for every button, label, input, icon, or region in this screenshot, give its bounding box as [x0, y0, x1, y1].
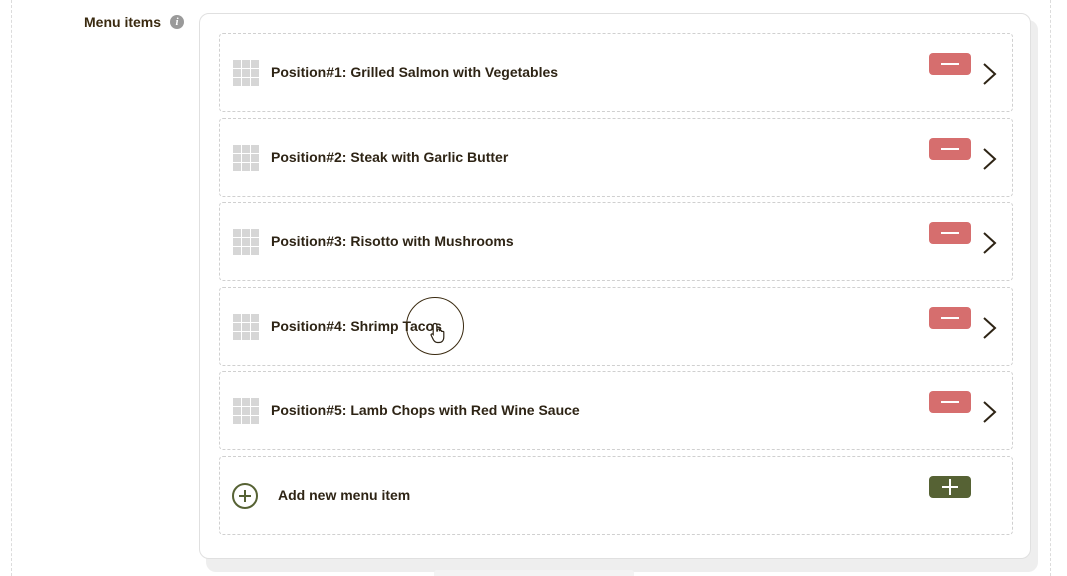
drag-handle-icon[interactable]: [233, 229, 259, 255]
menu-item-row[interactable]: Position#2: Steak with Garlic Butter: [219, 118, 1013, 197]
menu-item-label: Position#2: Steak with Garlic Butter: [271, 149, 509, 165]
menu-item-label: Position#5: Lamb Chops with Red Wine Sau…: [271, 402, 580, 418]
menu-item-row[interactable]: Position#1: Grilled Salmon with Vegetabl…: [219, 33, 1013, 112]
page: Menu items i Position#1: Grilled Salmon …: [0, 0, 1067, 576]
remove-item-button[interactable]: [929, 391, 971, 413]
add-menu-item-label: Add new menu item: [278, 487, 411, 503]
menu-item-row[interactable]: Position#4: Shrimp Tacos: [219, 287, 1013, 366]
drag-handle-icon[interactable]: [233, 145, 259, 171]
plus-circle-icon[interactable]: [231, 482, 259, 510]
layout-guide-right: [1050, 0, 1051, 576]
chevron-right-icon[interactable]: [980, 231, 998, 255]
remove-item-button[interactable]: [929, 222, 971, 244]
add-item-button[interactable]: [929, 476, 971, 498]
menu-item-label: Position#1: Grilled Salmon with Vegetabl…: [271, 64, 559, 80]
chevron-right-icon[interactable]: [980, 147, 998, 171]
menu-item-row[interactable]: Position#5: Lamb Chops with Red Wine Sau…: [219, 371, 1013, 450]
menu-item-row[interactable]: Position#3: Risotto with Mushrooms: [219, 202, 1013, 281]
drag-handle-icon[interactable]: [233, 60, 259, 86]
info-icon[interactable]: i: [170, 15, 185, 29]
remove-item-button[interactable]: [929, 53, 971, 75]
layout-guide-left: [11, 0, 12, 576]
add-menu-item-row[interactable]: Add new menu item: [219, 456, 1013, 535]
chevron-right-icon[interactable]: [980, 316, 998, 340]
chevron-right-icon[interactable]: [980, 62, 998, 86]
drag-handle-icon[interactable]: [233, 314, 259, 340]
section-title: Menu items: [84, 14, 162, 30]
chevron-right-icon[interactable]: [980, 400, 998, 424]
panel-bottom-tab: [434, 570, 634, 576]
menu-item-label: Position#4: Shrimp Tacos: [271, 318, 442, 334]
menu-item-label: Position#3: Risotto with Mushrooms: [271, 233, 514, 249]
remove-item-button[interactable]: [929, 307, 971, 329]
section-header: Menu items i: [84, 14, 185, 30]
drag-handle-icon[interactable]: [233, 398, 259, 424]
remove-item-button[interactable]: [929, 138, 971, 160]
